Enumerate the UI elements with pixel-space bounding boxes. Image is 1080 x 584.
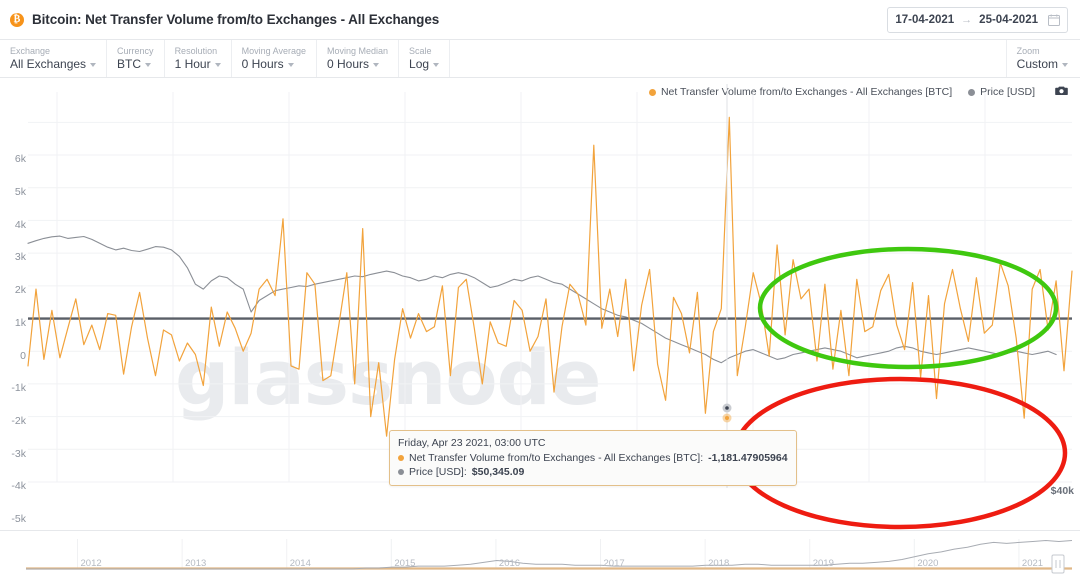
chevron-down-icon	[433, 63, 440, 67]
toolbar-value-scale-text: Log	[409, 57, 430, 71]
tooltip-label-net-transfer-volume: Net Transfer Volume from/to Exchanges - …	[409, 452, 704, 464]
navigator-year: 2021	[1021, 558, 1044, 569]
toolbar-label-resolution: Resolution	[174, 46, 218, 56]
glassnode-chart-page: ₿ Bitcoin: Net Transfer Volume from/to E…	[0, 0, 1080, 584]
y-axis-tick: 4k	[14, 218, 26, 231]
chevron-down-icon	[287, 63, 294, 67]
navigator-handle[interactable]	[1051, 554, 1065, 574]
chevron-down-icon	[214, 63, 221, 67]
toolbar-value-resolution[interactable]: 1 Hour	[175, 57, 221, 71]
chart-toolbar: Exchange All Exchanges Currency BTC Reso…	[0, 40, 1080, 78]
y-axis-tick: -2k	[11, 414, 26, 427]
toolbar-value-exchange[interactable]: All Exchanges	[10, 57, 97, 71]
toolbar-value-currency[interactable]: BTC	[117, 57, 154, 71]
date-range-picker[interactable]: 17-04-2021 → 25-04-2021	[887, 6, 1068, 33]
y-axis-tick: 6k	[14, 153, 26, 166]
navigator-year: 2016	[498, 558, 521, 569]
toolbar-group-moving-average[interactable]: Moving Average 0 Hours	[232, 40, 317, 77]
tooltip-timestamp: Friday, Apr 23 2021, 03:00 UTC	[398, 437, 546, 449]
date-from[interactable]: 17-04-2021	[895, 14, 954, 26]
price-axis-label: $40k	[1050, 485, 1074, 497]
calendar-icon[interactable]	[1048, 14, 1060, 26]
page-title: Bitcoin: Net Transfer Volume from/to Exc…	[32, 12, 440, 27]
page-header: ₿ Bitcoin: Net Transfer Volume from/to E…	[0, 0, 1080, 40]
chart-area[interactable]: Net Transfer Volume from/to Exchanges - …	[0, 78, 1080, 545]
tooltip-row-net-transfer-volume: Net Transfer Volume from/to Exchanges - …	[398, 451, 788, 465]
toolbar-value-exchange-text: All Exchanges	[10, 57, 87, 71]
navigator-year: 2013	[185, 558, 207, 569]
navigator-year: 2015	[394, 558, 416, 569]
tooltip-value-price: $50,345.09	[471, 466, 525, 478]
toolbar-value-moving-average[interactable]: 0 Hours	[242, 57, 306, 71]
y-axis-tick: -1k	[11, 382, 26, 395]
chevron-down-icon	[90, 63, 97, 67]
toolbar-group-currency[interactable]: Currency BTC	[107, 40, 165, 77]
toolbar-label-currency: Currency	[117, 46, 154, 56]
date-range-arrow: →	[961, 13, 973, 26]
y-axis-tick: -5k	[11, 513, 26, 525]
bitcoin-icon: ₿	[10, 12, 24, 27]
toolbar-label-scale: Scale	[409, 46, 432, 56]
navigator-year: 2020	[917, 558, 939, 569]
tooltip-label-price: Price [USD]:	[409, 466, 467, 478]
tooltip-dot-orange	[398, 455, 404, 461]
toolbar-value-resolution-text: 1 Hour	[174, 57, 211, 71]
toolbar-value-scale[interactable]: Log	[409, 57, 440, 71]
toolbar-group-resolution[interactable]: Resolution 1 Hour	[165, 40, 232, 77]
navigator-year: 2019	[812, 558, 834, 569]
toolbar-group-zoom[interactable]: Zoom Custom	[1005, 40, 1080, 77]
toolbar-value-zoom[interactable]: Custom	[1017, 57, 1068, 71]
y-axis-tick: 5k	[14, 186, 26, 199]
chevron-down-icon	[145, 63, 152, 67]
y-axis-tick: -3k	[11, 447, 26, 460]
navigator-year: 2012	[80, 558, 102, 569]
toolbar-label-moving-median: Moving Median	[326, 46, 389, 56]
y-axis-tick: 3k	[14, 251, 26, 264]
chart-navigator[interactable]: 2012 2013 2014 2015 2016 2017 2018 2019 2020 2021	[0, 530, 1080, 584]
toolbar-group-moving-median[interactable]: Moving Median 0 Hours	[317, 40, 400, 77]
tooltip-row-price: Price [USD]: $50,345.09	[398, 465, 788, 479]
toolbar-value-moving-median-text: 0 Hours	[326, 57, 370, 71]
toolbar-label-moving-average: Moving Average	[241, 46, 306, 56]
tooltip-dot-gray	[398, 469, 404, 475]
y-axis-tick: 1k	[14, 316, 26, 329]
navigator-year: 2018	[708, 558, 730, 569]
title-wrap: ₿ Bitcoin: Net Transfer Volume from/to E…	[10, 12, 439, 27]
chevron-down-icon	[373, 63, 380, 67]
y-axis-tick-zero: 0	[20, 349, 26, 362]
toolbar-value-zoom-text: Custom	[1016, 57, 1058, 71]
navigator-year: 2017	[603, 558, 625, 569]
chevron-down-icon	[1062, 63, 1068, 67]
date-to[interactable]: 25-04-2021	[979, 14, 1038, 26]
toolbar-value-currency-text: BTC	[117, 57, 142, 71]
y-axis-tick: -4k	[11, 480, 26, 493]
toolbar-label-zoom: Zoom	[1016, 46, 1040, 56]
toolbar-value-moving-average-text: 0 Hours	[241, 57, 284, 71]
toolbar-label-exchange: Exchange	[10, 46, 51, 56]
y-axis-tick: 2k	[14, 284, 26, 297]
tooltip-value-net-transfer-volume: -1,181.47905964	[708, 452, 788, 464]
toolbar-group-exchange[interactable]: Exchange All Exchanges	[0, 40, 108, 77]
navigator-year: 2014	[289, 558, 311, 569]
toolbar-group-scale[interactable]: Scale Log	[399, 40, 451, 77]
toolbar-value-moving-median[interactable]: 0 Hours	[327, 57, 388, 71]
chart-tooltip: Friday, Apr 23 2021, 03:00 UTC Net Trans…	[389, 430, 797, 486]
